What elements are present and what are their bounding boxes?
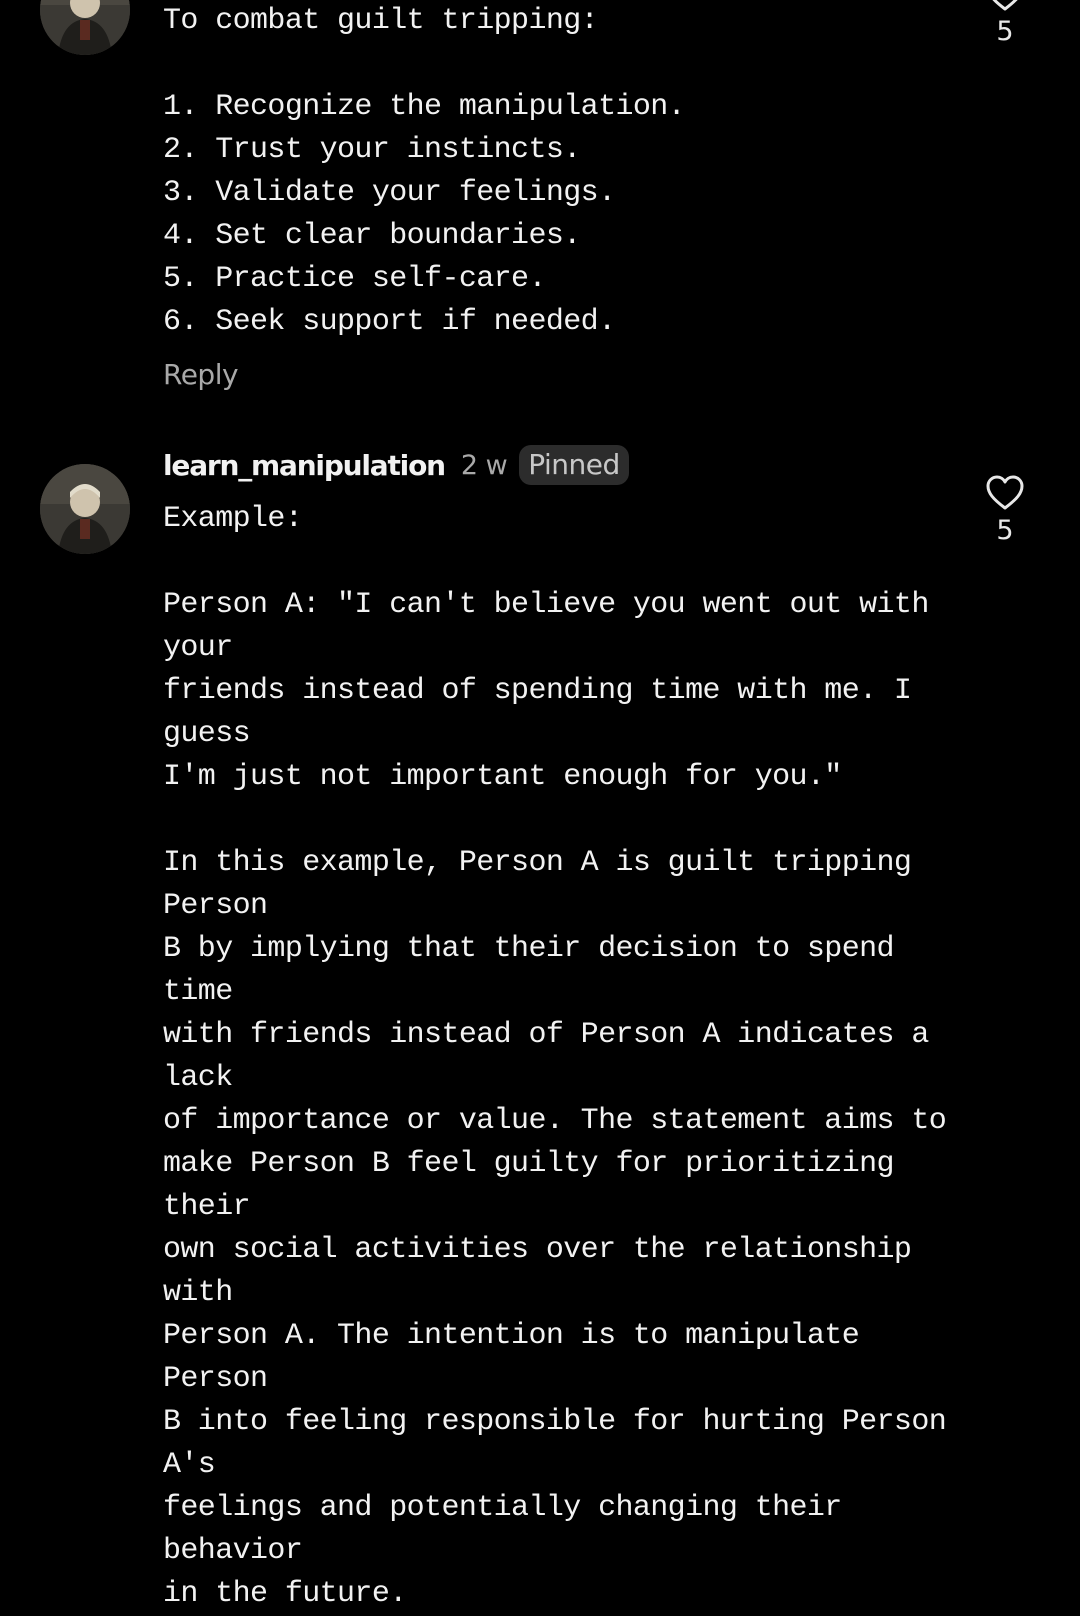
reply-button[interactable]: Reply xyxy=(163,358,239,391)
timestamp: 2 w xyxy=(460,449,508,481)
like-count: 5 xyxy=(996,515,1014,546)
avatar-image xyxy=(40,464,130,554)
heart-outline-icon xyxy=(992,0,1018,11)
comment-text: Example: Person A: "I can't believe you … xyxy=(163,502,947,1611)
like-count: 5 xyxy=(996,16,1014,47)
comment-meta: learn_manipulation 2 w Pinned xyxy=(163,445,629,485)
pinned-badge: Pinned xyxy=(519,445,629,485)
comment-item: To combat guilt tripping: 1. Recognize t… xyxy=(0,0,1080,420)
like-button[interactable]: 5 xyxy=(980,0,1030,47)
avatar[interactable] xyxy=(40,464,130,554)
like-button[interactable]: 5 xyxy=(980,475,1030,546)
comment-text: To combat guilt tripping: 1. Recognize t… xyxy=(163,4,686,339)
avatar[interactable] xyxy=(40,0,130,55)
avatar-image xyxy=(40,0,130,55)
heart-outline-icon xyxy=(986,475,1024,510)
username[interactable]: learn_manipulation xyxy=(163,449,446,482)
comment-item: learn_manipulation 2 w Pinned Example: P… xyxy=(0,443,1080,1611)
